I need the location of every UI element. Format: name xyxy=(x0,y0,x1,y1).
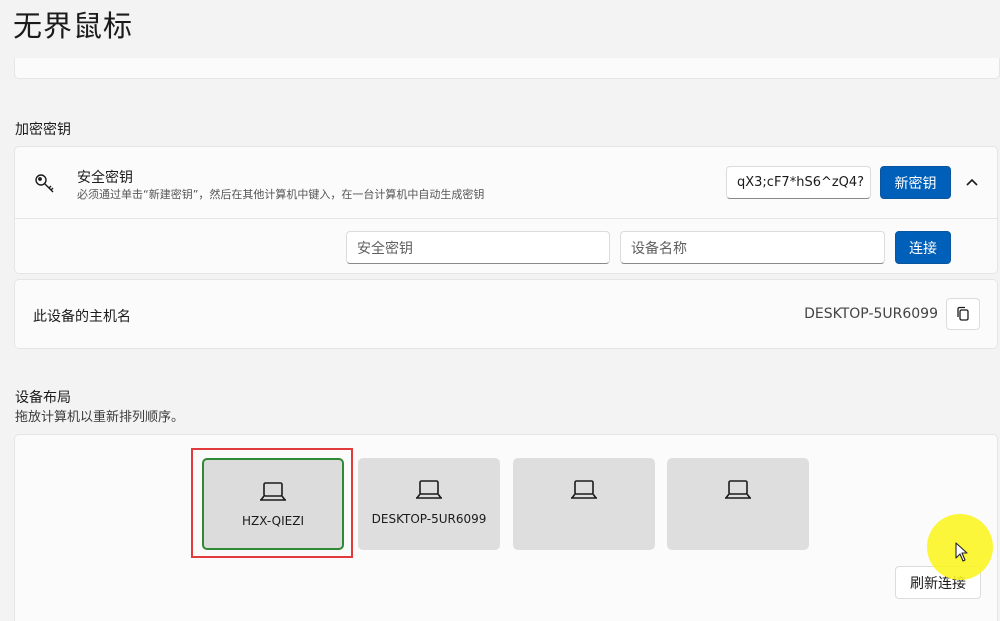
hostname-label: 此设备的主机名 xyxy=(33,309,131,325)
collapsed-settings-card xyxy=(14,58,1000,79)
selection-highlight xyxy=(191,448,353,558)
device-tile-3[interactable] xyxy=(513,458,655,550)
hostname-value: DESKTOP-5UR6099 xyxy=(804,306,938,322)
chevron-up-icon[interactable] xyxy=(963,174,981,192)
encryption-section-label: 加密密钥 xyxy=(15,122,71,138)
current-key-field[interactable]: qX3;cF7*hS6^zQ4? xyxy=(726,166,871,199)
device-name-input[interactable]: 设备名称 xyxy=(620,231,885,264)
device-tile-label: DESKTOP-5UR6099 xyxy=(371,512,487,526)
device-layout-section-label: 设备布局 xyxy=(15,390,71,406)
card-divider xyxy=(14,218,998,219)
device-tile-4[interactable] xyxy=(667,458,809,550)
security-key-title: 安全密钥 xyxy=(77,170,133,186)
connect-button[interactable]: 连接 xyxy=(895,231,951,264)
security-key-description: 必须通过单击“新建密钥”，然后在其他计算机中键入，在一台计算机中自动生成密钥 xyxy=(77,188,485,201)
device-layout-card xyxy=(14,434,998,621)
laptop-icon xyxy=(416,480,442,499)
copy-hostname-button[interactable] xyxy=(946,298,980,330)
copy-icon xyxy=(957,306,969,321)
security-key-input[interactable]: 安全密钥 xyxy=(346,231,610,264)
mouse-pointer-icon xyxy=(955,542,968,562)
laptop-icon xyxy=(725,480,751,499)
key-icon xyxy=(35,174,54,193)
laptop-icon xyxy=(571,480,597,499)
device-tile-2[interactable]: DESKTOP-5UR6099 xyxy=(358,458,500,550)
new-key-button[interactable]: 新密钥 xyxy=(880,166,951,199)
page-title: 无界鼠标 xyxy=(13,9,134,43)
device-layout-hint: 拖放计算机以重新排列顺序。 xyxy=(15,410,185,425)
